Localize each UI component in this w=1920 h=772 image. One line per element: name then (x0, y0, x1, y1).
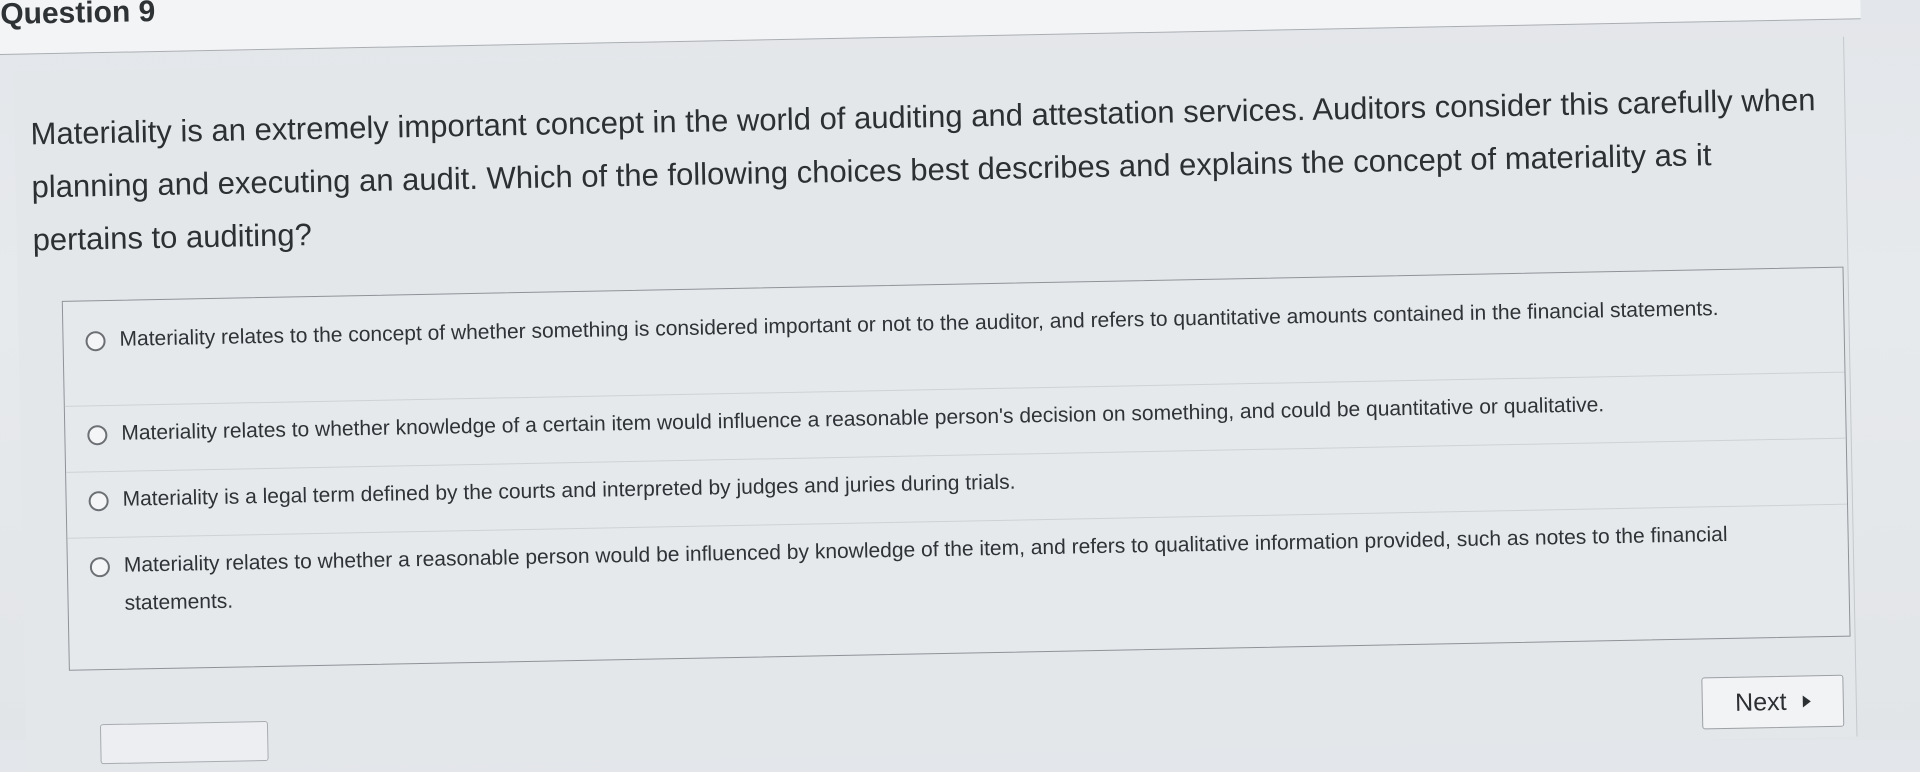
radio-button[interactable] (89, 556, 111, 578)
answer-options: Materiality relates to the concept of wh… (61, 266, 1851, 671)
radio-button[interactable] (88, 491, 109, 512)
play-arrow-icon (1802, 695, 1811, 708)
answer-text: Materiality is a legal term defined by t… (122, 470, 1016, 511)
answer-text: Materiality relates to whether a reasona… (123, 522, 1728, 615)
answer-option-4[interactable]: Materiality relates to whether a reasona… (89, 514, 1831, 623)
answer-text: Materiality relates to whether knowledge… (121, 393, 1605, 445)
next-button-label: Next (1734, 687, 1787, 717)
quiz-page: Question 9 Materiality is an extremely i… (0, 0, 1920, 772)
answer-option-1[interactable]: Materiality relates to the concept of wh… (85, 288, 1825, 359)
previous-button[interactable] (99, 720, 269, 765)
next-button[interactable]: Next (1701, 674, 1845, 730)
radio-button[interactable] (87, 425, 108, 446)
radio-button[interactable] (85, 331, 106, 352)
question-title: Question 9 (0, 0, 156, 31)
answer-text: Materiality relates to the concept of wh… (119, 297, 1719, 351)
